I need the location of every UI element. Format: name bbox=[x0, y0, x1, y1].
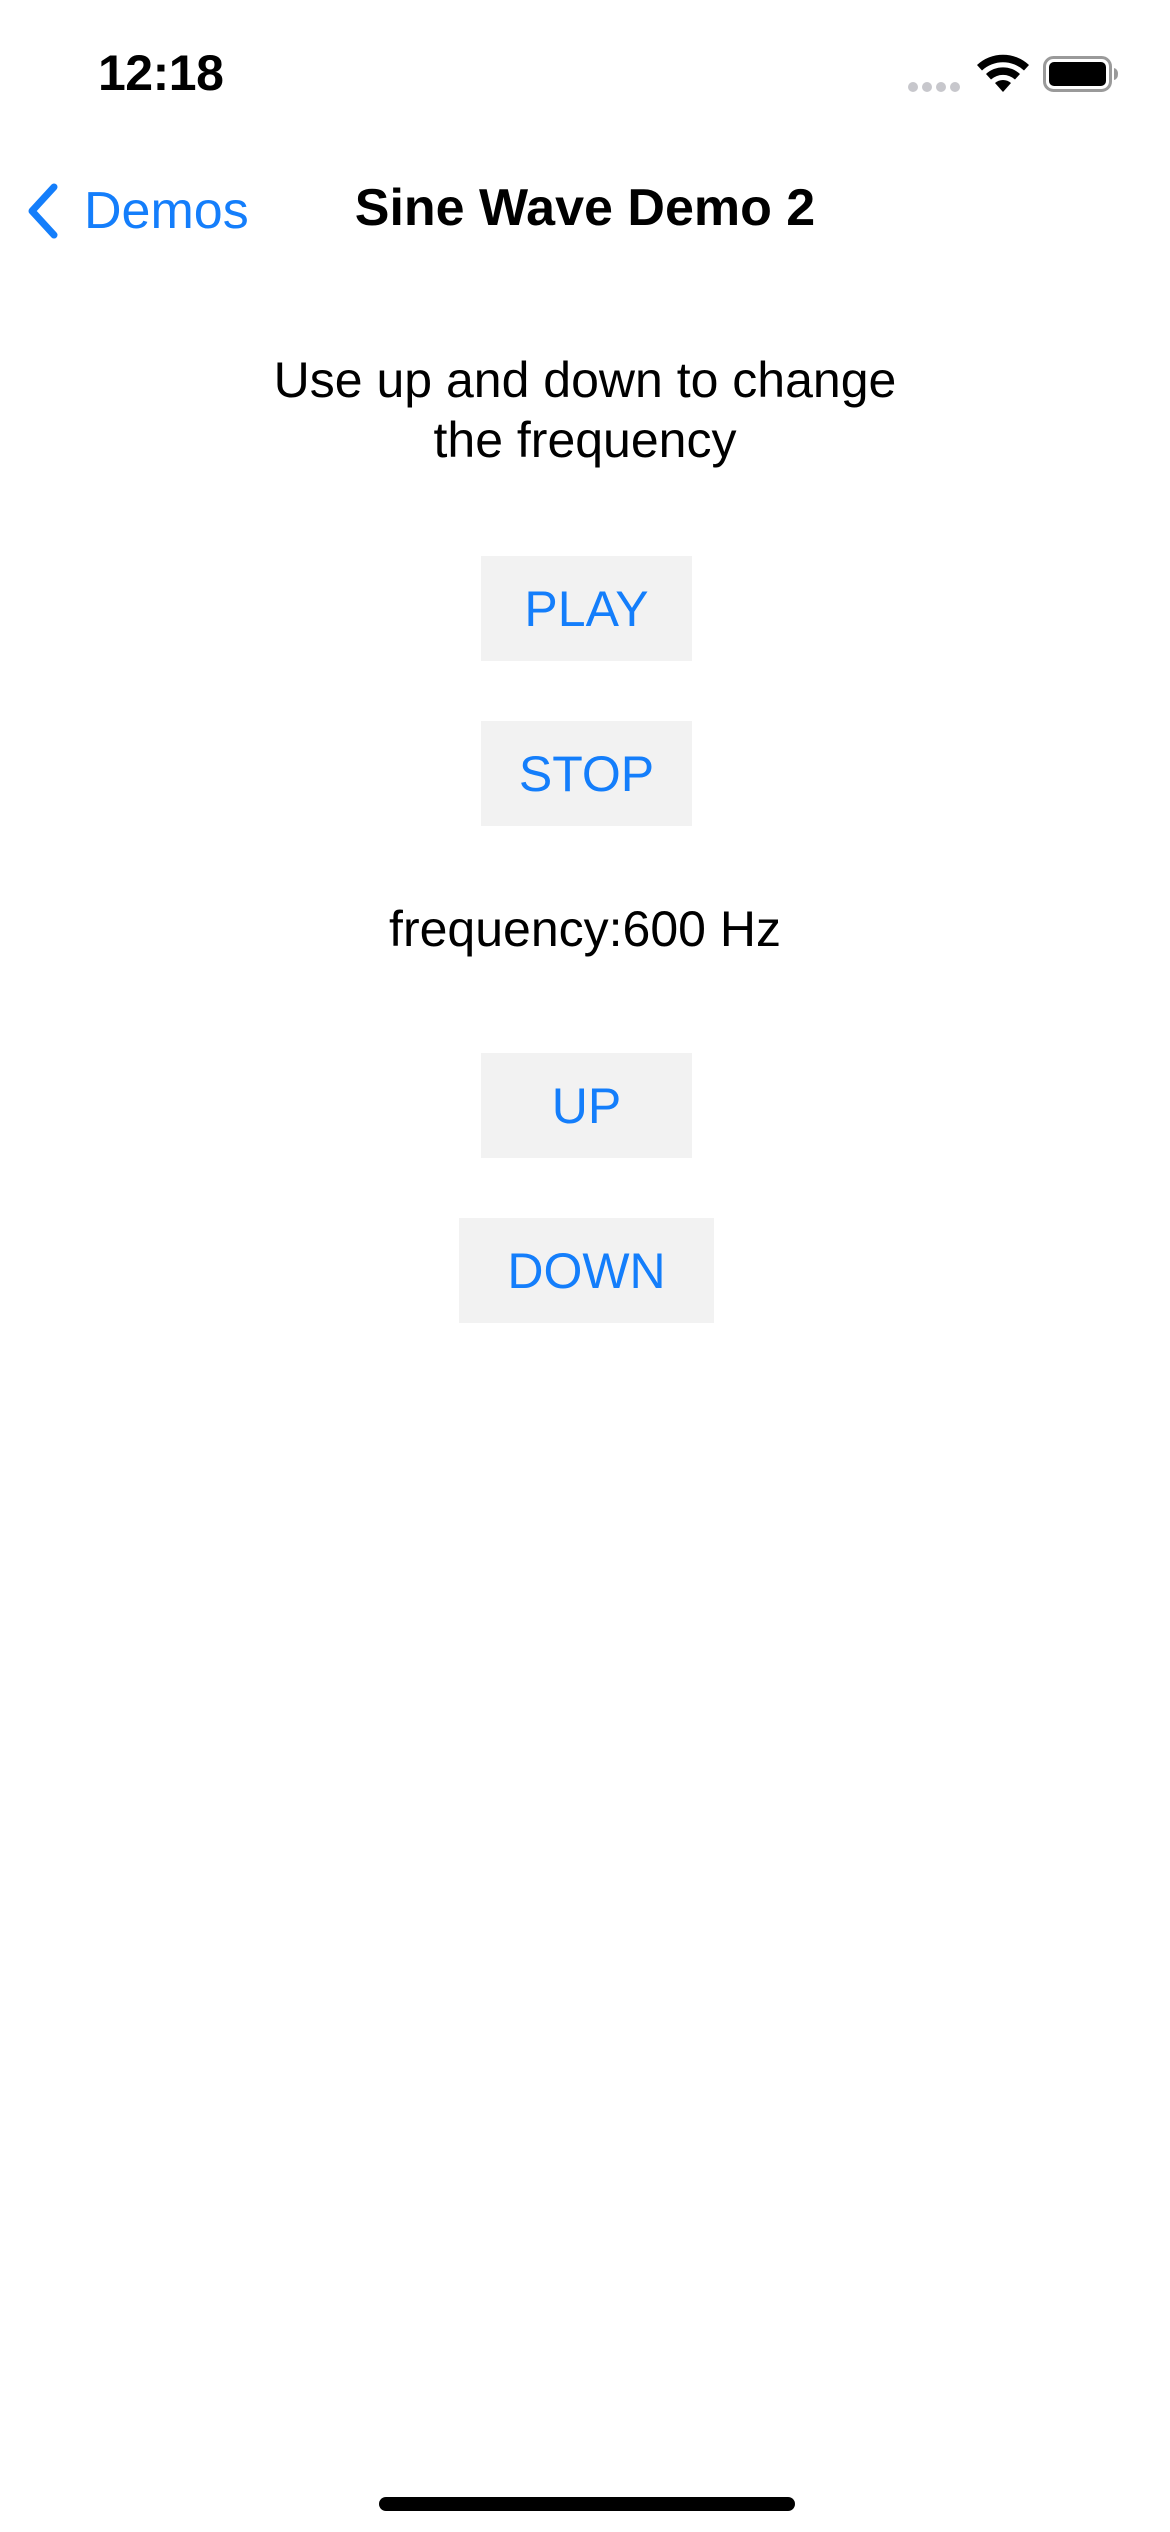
wifi-icon bbox=[977, 54, 1029, 92]
home-indicator[interactable] bbox=[379, 2497, 795, 2511]
up-button[interactable]: UP bbox=[481, 1053, 692, 1158]
instructions-line-1: Use up and down to change bbox=[273, 352, 897, 408]
screen: 12:18 Demos Sine Wave Demo 2 Use up and … bbox=[0, 0, 1170, 2532]
frequency-label: frequency:600 Hz bbox=[389, 901, 781, 957]
navigation-bar: Demos Sine Wave Demo 2 bbox=[0, 150, 1170, 270]
play-button[interactable]: PLAY bbox=[481, 556, 692, 661]
page-title: Sine Wave Demo 2 bbox=[354, 179, 816, 237]
cellular-signal-icon bbox=[908, 82, 962, 92]
stop-button[interactable]: STOP bbox=[481, 721, 692, 826]
status-time: 12:18 bbox=[98, 45, 224, 101]
down-button[interactable]: DOWN bbox=[459, 1218, 714, 1323]
instructions-line-2: the frequency bbox=[433, 412, 737, 468]
status-bar: 12:18 bbox=[0, 0, 1170, 150]
instructions-text: Use up and down to change the frequency bbox=[235, 350, 935, 470]
battery-icon bbox=[1043, 56, 1118, 92]
